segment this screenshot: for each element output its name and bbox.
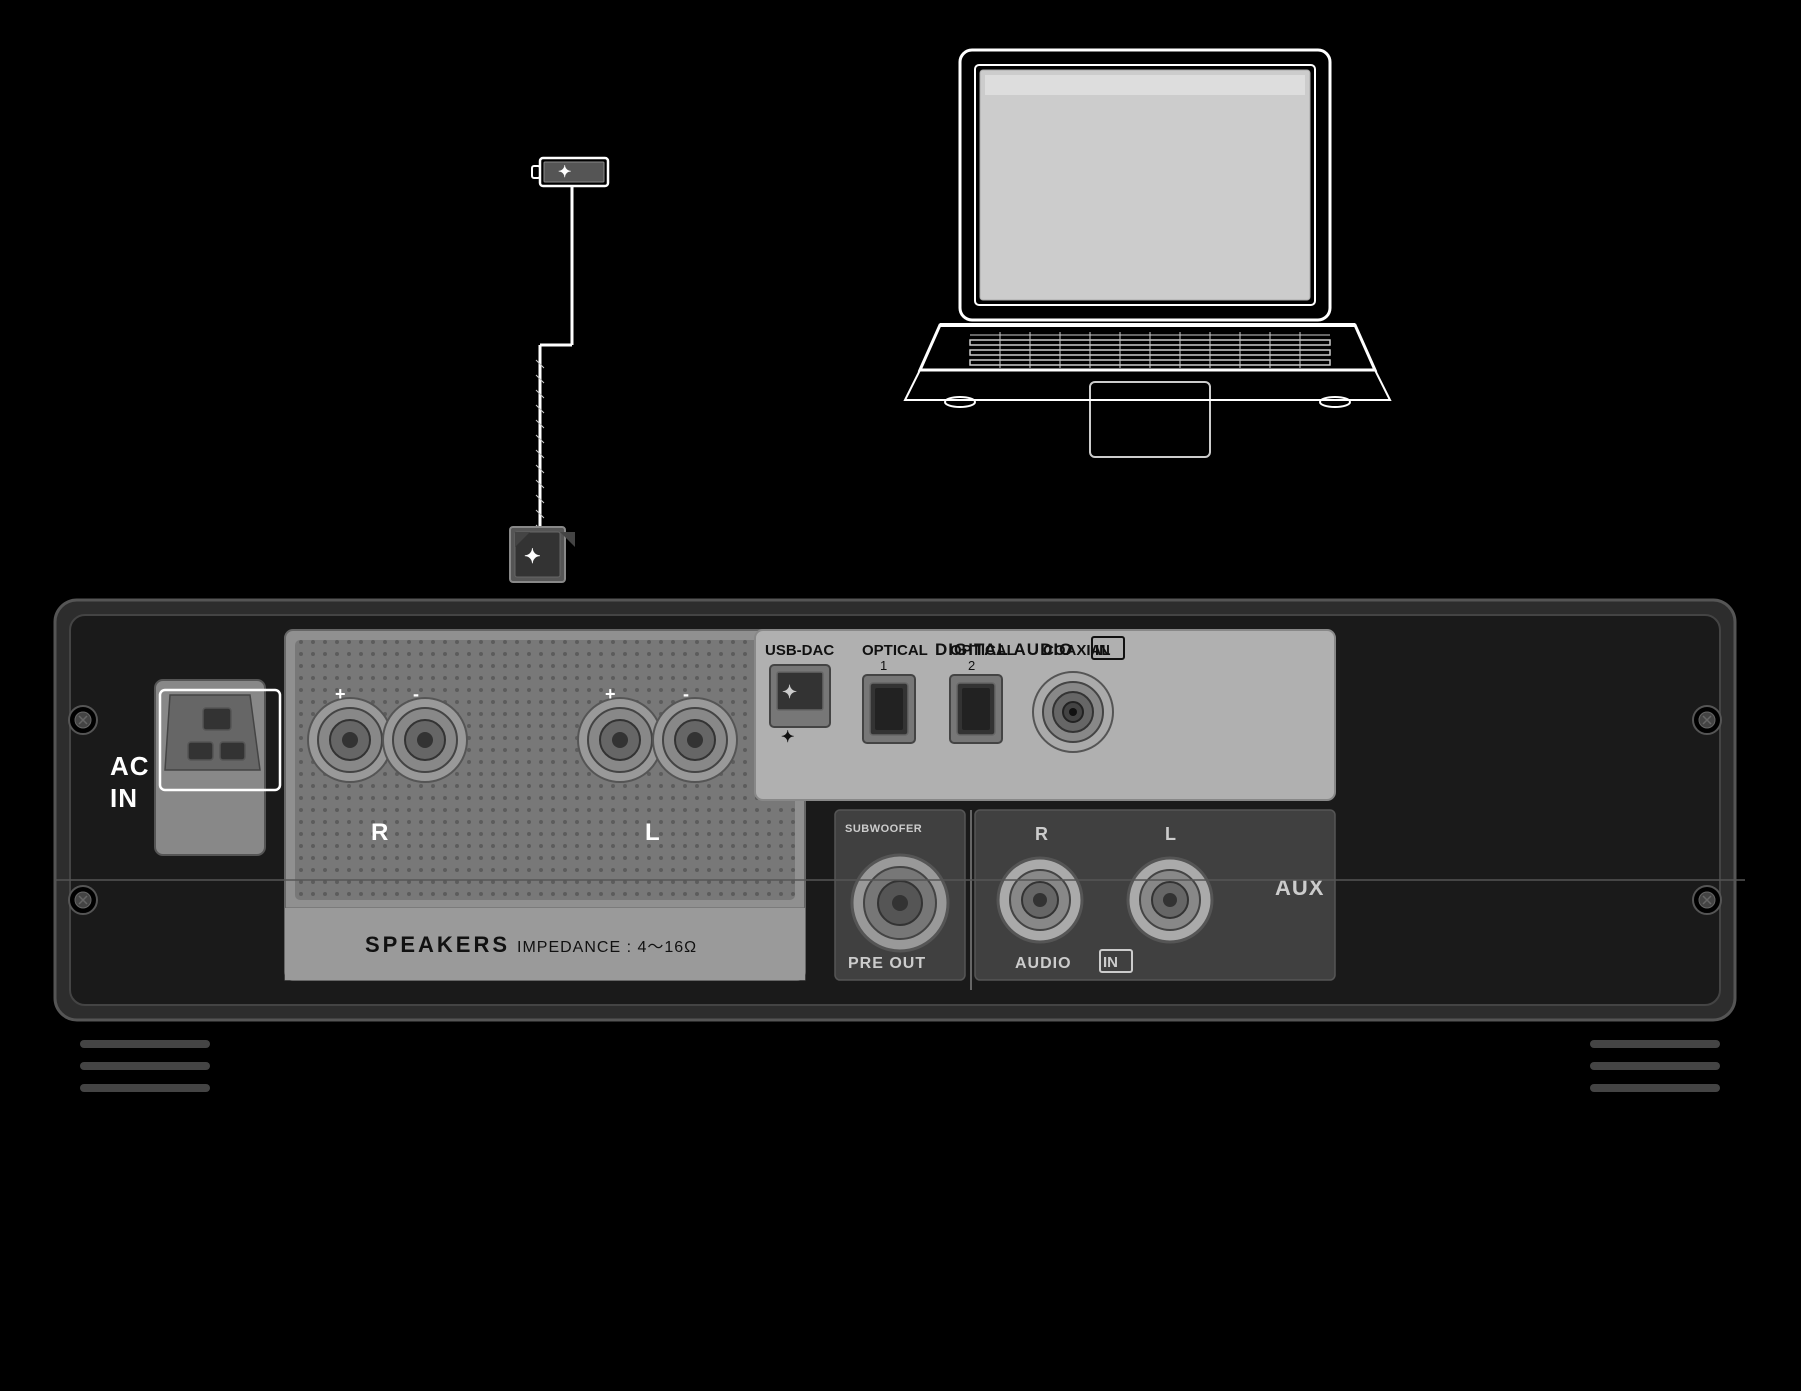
main-diagram: ✦ bbox=[0, 0, 1801, 1386]
amplifier-body: AC IN bbox=[55, 600, 1735, 1020]
usb-dac-port-label: USB-DAC bbox=[765, 642, 834, 659]
svg-text:1: 1 bbox=[880, 658, 887, 673]
optical2-label: OPTICAL bbox=[950, 642, 1016, 659]
aux-label: AUX bbox=[1275, 875, 1324, 900]
usb-plug-bottom: ✦ bbox=[510, 527, 575, 582]
optical1-label: OPTICAL bbox=[862, 642, 928, 659]
pre-out-label: PRE OUT bbox=[848, 955, 926, 972]
svg-text:IN: IN bbox=[110, 783, 138, 813]
ac-in-label-text: AC bbox=[110, 751, 150, 781]
audio-r-label: R bbox=[1035, 824, 1048, 844]
svg-text:+: + bbox=[605, 684, 616, 704]
audio-in-label: AUDIO bbox=[1015, 955, 1072, 972]
left-stand bbox=[80, 1040, 210, 1092]
svg-text:2: 2 bbox=[968, 658, 975, 673]
audio-in-badge: IN bbox=[1103, 954, 1118, 971]
svg-text:✦: ✦ bbox=[558, 164, 571, 181]
svg-text:✦: ✦ bbox=[524, 546, 541, 568]
diagram-svg: ✦ bbox=[0, 0, 1801, 1386]
svg-text:-: - bbox=[413, 684, 419, 704]
subwoofer-label: SUBWOOFER bbox=[845, 823, 922, 835]
coaxial-label: COAXIAL bbox=[1043, 642, 1111, 659]
impedance-label: IMPEDANCE : 4～16Ω bbox=[517, 939, 697, 956]
right-stand bbox=[1590, 1040, 1720, 1092]
audio-l-label: L bbox=[1165, 824, 1176, 844]
svg-text:+: + bbox=[335, 684, 346, 704]
svg-text:R: R bbox=[371, 819, 390, 846]
svg-text:-: - bbox=[683, 684, 689, 704]
svg-text:L: L bbox=[645, 819, 662, 846]
svg-text:✦: ✦ bbox=[781, 729, 794, 746]
speakers-label: SPEAKERS bbox=[365, 932, 510, 957]
svg-text:✦: ✦ bbox=[782, 682, 797, 702]
